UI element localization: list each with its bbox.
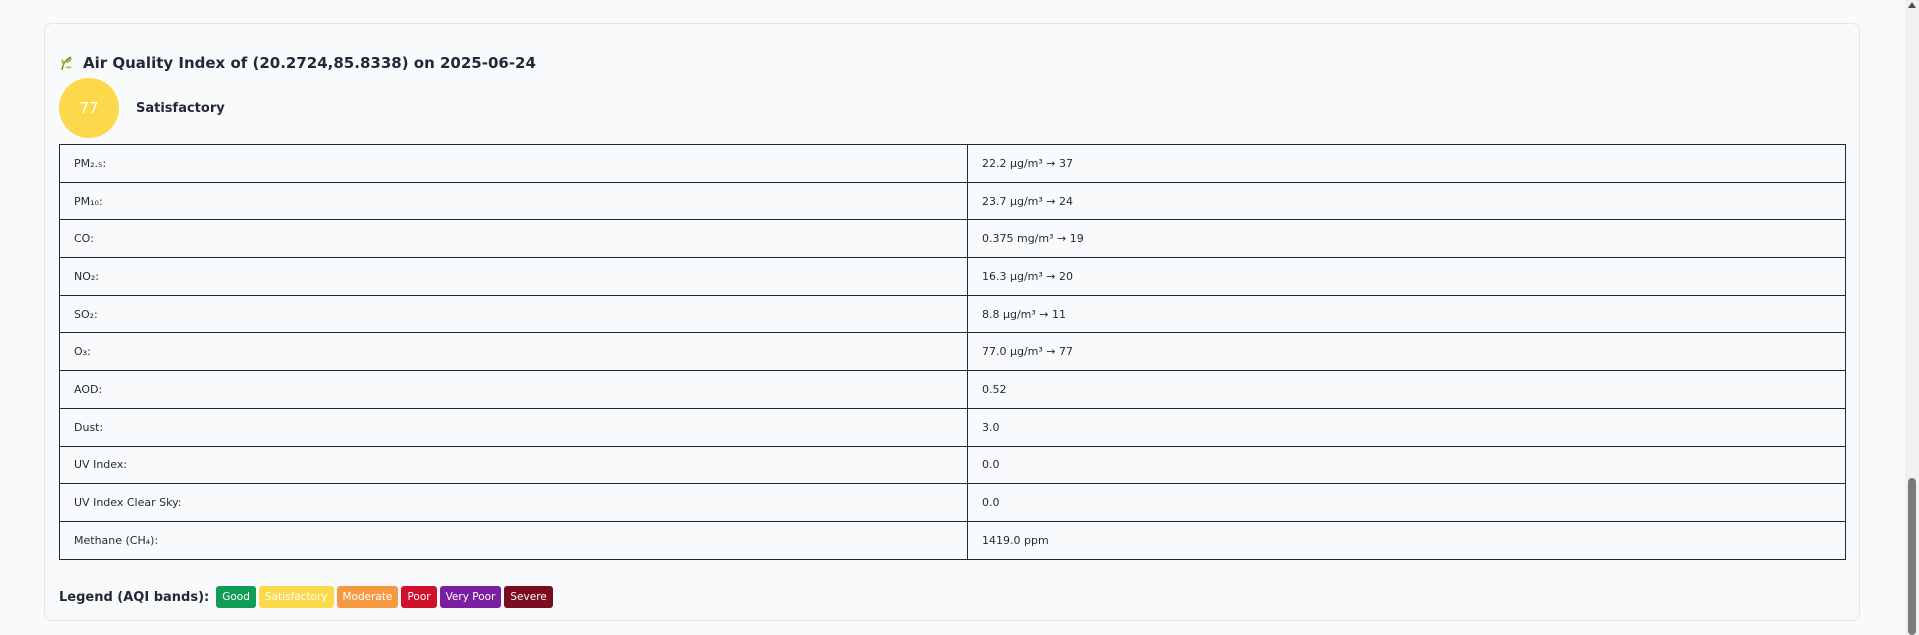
table-row: CO: 0.375 mg/m³ → 19 [59, 219, 1846, 259]
pollutant-value: 77.0 µg/m³ → 77 [967, 332, 1846, 372]
aqi-legend: Legend (AQI bands): Good Satisfactory Mo… [59, 586, 553, 608]
pollutant-value: 0.0 [967, 445, 1846, 485]
aqi-category-label: Satisfactory [136, 100, 225, 116]
pollutant-value: 8.8 µg/m³ → 11 [967, 294, 1846, 334]
pollutant-value: 22.2 µg/m³ → 37 [967, 144, 1846, 183]
legend-chip-good: Good [216, 586, 256, 608]
pollutant-value: 0.0 [967, 483, 1846, 522]
legend-chip-severe: Severe [504, 586, 553, 608]
pollutant-value: 3.0 [967, 407, 1846, 447]
table-row: UV Index: 0.0 [59, 445, 1846, 485]
table-row: PM₁₀: 23.7 µg/m³ → 24 [59, 181, 1846, 221]
legend-chip-poor: Poor [401, 586, 437, 608]
pollutant-value: 16.3 µg/m³ → 20 [967, 257, 1846, 296]
pollutant-label: Methane (CH₄): [59, 520, 968, 560]
table-row: O₃: 77.0 µg/m³ → 77 [59, 332, 1846, 372]
pollutant-label: PM₂.₅: [59, 144, 968, 183]
pollutant-label: Dust: [59, 407, 968, 447]
aqi-title-row: Air Quality Index of (20.2724,85.8338) o… [59, 54, 536, 72]
table-row: AOD: 0.52 [59, 370, 1846, 409]
legend-chip-satisfactory: Satisfactory [258, 586, 334, 608]
pollutant-label: UV Index: [59, 445, 968, 485]
page-viewport: Air Quality Index of (20.2724,85.8338) o… [0, 0, 1919, 635]
page-title: Air Quality Index of (20.2724,85.8338) o… [83, 54, 536, 72]
pollutant-value: 23.7 µg/m³ → 24 [967, 181, 1846, 221]
pollutant-label: O₃: [59, 332, 968, 372]
table-row: SO₂: 8.8 µg/m³ → 11 [59, 294, 1846, 334]
table-row: NO₂: 16.3 µg/m³ → 20 [59, 257, 1846, 296]
aqi-summary: 77 Satisfactory [59, 78, 225, 138]
legend-chip-very-poor: Very Poor [439, 586, 502, 608]
leaf-icon [59, 55, 75, 71]
table-row: UV Index Clear Sky: 0.0 [59, 483, 1846, 522]
table-row: Dust: 3.0 [59, 407, 1846, 447]
pollutant-label: CO: [59, 219, 968, 259]
vertical-scrollbar[interactable] [1905, 0, 1919, 635]
pollutant-label: NO₂: [59, 257, 968, 296]
pollutant-label: SO₂: [59, 294, 968, 334]
scrollbar-thumb[interactable] [1908, 478, 1916, 635]
pollutant-value: 0.375 mg/m³ → 19 [967, 219, 1846, 259]
pollutant-label: AOD: [59, 370, 968, 409]
legend-title: Legend (AQI bands): [59, 589, 210, 605]
legend-chip-moderate: Moderate [336, 586, 399, 608]
aqi-value-badge: 77 [59, 78, 119, 138]
pollutant-value: 0.52 [967, 370, 1846, 409]
table-row: PM₂.₅: 22.2 µg/m³ → 37 [59, 144, 1846, 183]
pollutant-table: PM₂.₅: 22.2 µg/m³ → 37 PM₁₀: 23.7 µg/m³ … [59, 144, 1846, 560]
pollutant-label: UV Index Clear Sky: [59, 483, 968, 522]
pollutant-value: 1419.0 ppm [967, 520, 1846, 560]
table-row: Methane (CH₄): 1419.0 ppm [59, 520, 1846, 560]
scroll-up-arrow-icon[interactable] [1908, 2, 1916, 8]
pollutant-label: PM₁₀: [59, 181, 968, 221]
aqi-card: Air Quality Index of (20.2724,85.8338) o… [44, 23, 1860, 621]
